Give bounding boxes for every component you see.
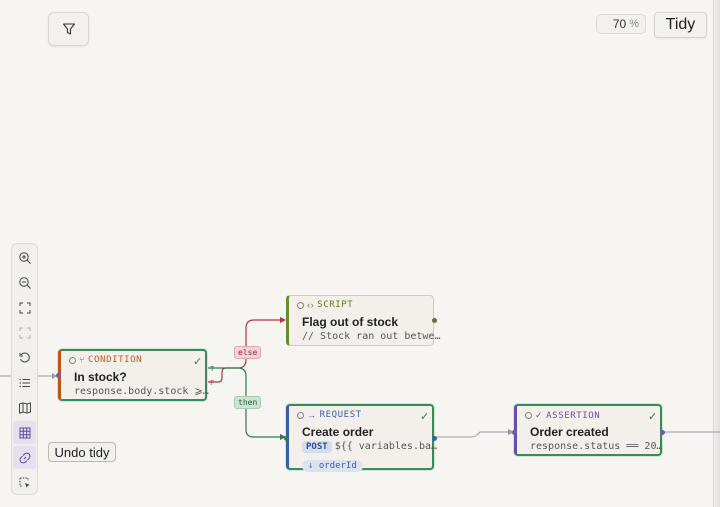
- node-type-label: CONDITION: [88, 355, 143, 365]
- node-type-label: SCRIPT: [317, 300, 354, 310]
- condition-node[interactable]: ⑂ CONDITION ✓ In stock? response.body.st…: [56, 349, 209, 401]
- output-port[interactable]: [432, 318, 437, 323]
- branch-icon: ⑂: [79, 355, 86, 365]
- grid-icon: [19, 427, 30, 438]
- node-code: // Stock ran out betwe…: [302, 331, 441, 342]
- node-title: Create order: [302, 425, 374, 439]
- reset-button[interactable]: [13, 346, 36, 369]
- node-type-label: REQUEST: [319, 410, 362, 420]
- node-type-label: ASSERTION: [546, 410, 601, 421]
- fit-selection-button[interactable]: [13, 321, 36, 344]
- edge-request-assertion: [434, 431, 513, 438]
- node-title: In stock?: [74, 370, 127, 384]
- output-port[interactable]: [432, 436, 437, 441]
- input-port[interactable]: [56, 373, 61, 378]
- false-marker: F: [210, 379, 214, 387]
- input-port[interactable]: [512, 430, 517, 435]
- code-icon: ‹›: [307, 300, 315, 310]
- status-circle-icon: [297, 301, 304, 309]
- status-circle-icon: [525, 412, 532, 419]
- output-badge: ↓ orderId: [302, 460, 363, 472]
- output-variable: ↓ orderId: [302, 453, 366, 472]
- output-port[interactable]: [660, 430, 665, 435]
- true-marker: T: [210, 365, 215, 373]
- check-icon: ✓: [420, 411, 430, 423]
- assertion-value: 20…: [644, 441, 663, 452]
- grid-button[interactable]: [13, 421, 36, 444]
- check-small-icon: ✓: [535, 410, 544, 420]
- zoom-out-icon: [18, 276, 31, 289]
- canvas-toolbar: [11, 243, 38, 495]
- request-line: POST ${{ variables.ba…: [302, 441, 437, 453]
- script-header: ‹› SCRIPT: [297, 300, 353, 310]
- node-title: Order created: [530, 425, 609, 439]
- check-icon: ✓: [648, 411, 658, 423]
- fit-view-icon: [19, 302, 30, 313]
- request-header: → REQUEST: [297, 410, 362, 420]
- status-circle-icon: [297, 411, 304, 419]
- check-icon: ✓: [193, 356, 203, 368]
- undo-tidy-button[interactable]: Undo tidy: [48, 442, 116, 462]
- minimap-button[interactable]: [13, 396, 36, 419]
- request-node[interactable]: → REQUEST ✓ Create order POST ${{ variabl…: [284, 404, 437, 472]
- reset-icon: [19, 352, 30, 362]
- list-icon: [19, 378, 30, 387]
- assertion-header: ✓ ASSERTION: [525, 410, 600, 421]
- request-url: ${{ variables.ba…: [334, 441, 438, 452]
- else-edge-label: else: [234, 346, 262, 359]
- condition-header: ⑂ CONDITION: [69, 355, 142, 365]
- list-button[interactable]: [13, 371, 36, 394]
- method-badge: POST: [302, 441, 332, 453]
- assertion-subject: response.status: [530, 441, 621, 452]
- arrow-right-icon: →: [307, 410, 317, 420]
- node-title: Flag out of stock: [302, 315, 398, 329]
- input-port[interactable]: [284, 436, 289, 441]
- zoom-in-button[interactable]: [13, 246, 36, 269]
- select-icon: [19, 477, 30, 488]
- link-icon: [19, 452, 30, 463]
- link-button[interactable]: [13, 446, 36, 469]
- zoom-out-button[interactable]: [13, 271, 36, 294]
- zoom-in-icon: [18, 251, 31, 264]
- assertion-node[interactable]: ✓ ASSERTION ✓ Order created response.sta…: [512, 404, 665, 456]
- script-node[interactable]: ‹› SCRIPT Flag out of stock // Stock ran…: [286, 295, 440, 346]
- map-icon: [18, 401, 31, 414]
- fit-view-button[interactable]: [13, 296, 36, 319]
- fit-selection-icon: [19, 327, 30, 338]
- node-expression: response.body.stock ⩾…: [74, 386, 209, 397]
- assertion-expression: response.status ══ 20…: [530, 441, 662, 452]
- select-button[interactable]: [13, 471, 36, 494]
- assertion-operator: ══: [626, 441, 639, 452]
- then-edge-label: then: [234, 396, 262, 409]
- status-circle-icon: [69, 356, 76, 364]
